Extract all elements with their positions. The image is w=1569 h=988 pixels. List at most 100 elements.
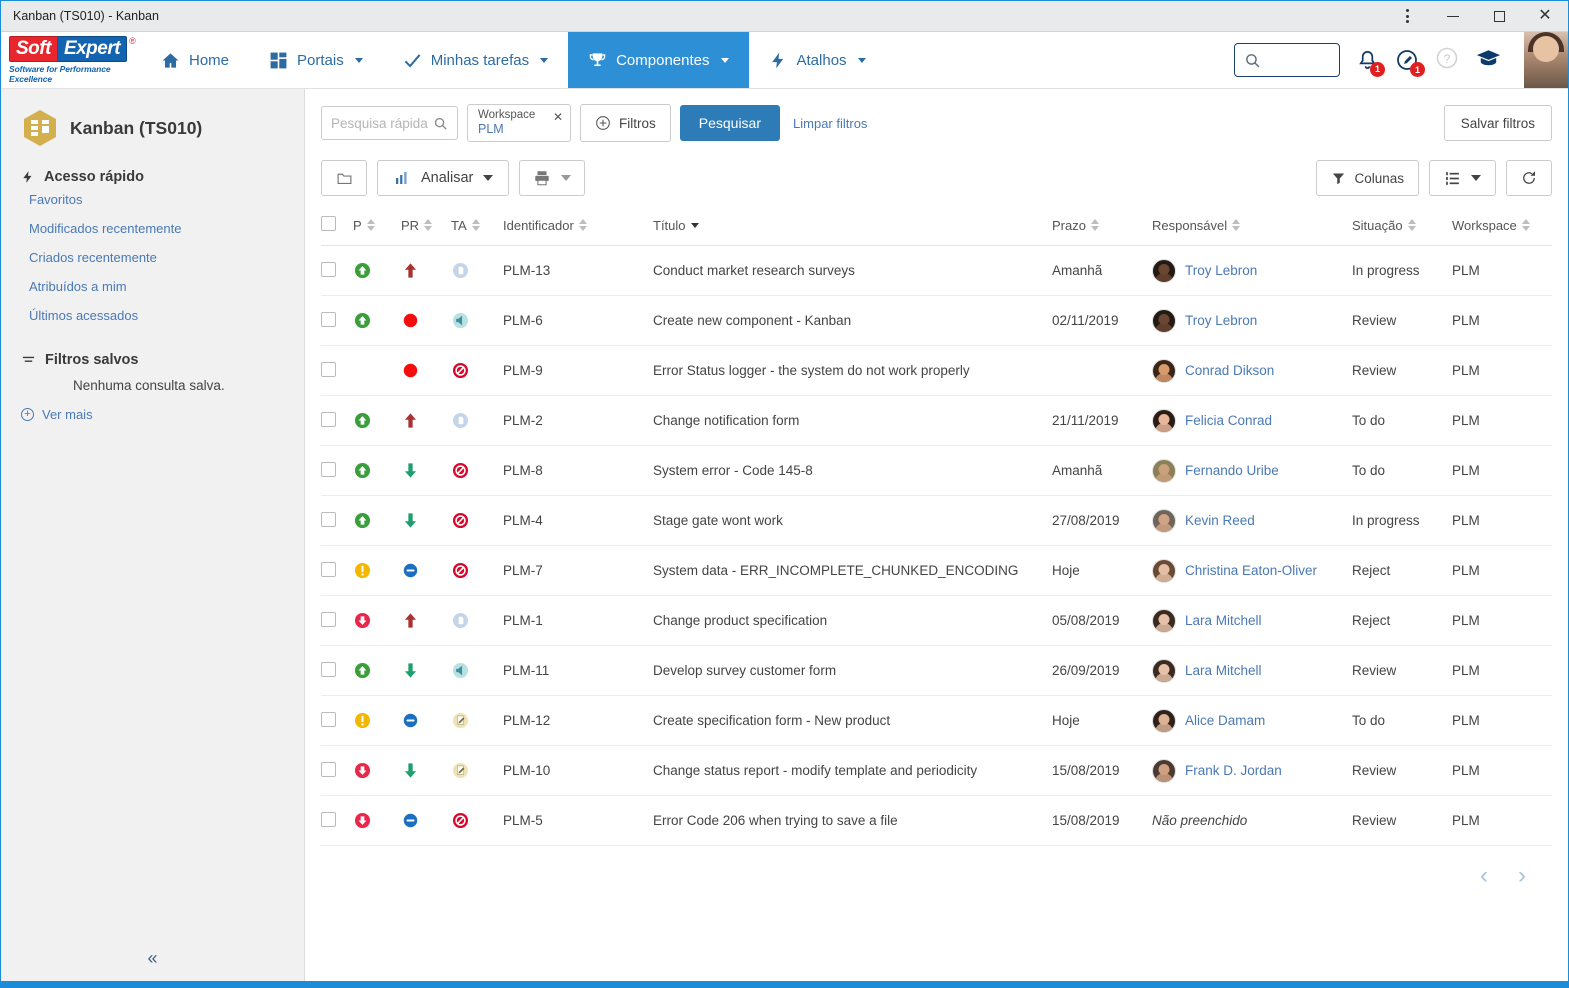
folder-button[interactable] (321, 160, 367, 196)
cell-title[interactable]: Error Status logger - the system do not … (653, 345, 1052, 396)
responsible-name[interactable]: Lara Mitchell (1185, 613, 1262, 628)
th-titulo[interactable]: Título (653, 206, 1052, 246)
cell-title[interactable]: Create new component - Kanban (653, 295, 1052, 346)
cell-identifier[interactable]: PLM-13 (503, 245, 653, 296)
remove-filter-icon[interactable]: ✕ (553, 110, 563, 125)
responsible-name[interactable]: Fernando Uribe (1185, 463, 1279, 478)
sidebar-link-atribuidos-a-mim[interactable]: Atribuídos a mim (1, 272, 304, 301)
table-row[interactable]: PLM-5 Error Code 206 when trying to save … (321, 795, 1552, 846)
sidebar-link-modificados-recentemente[interactable]: Modificados recentemente (1, 214, 304, 243)
nav-item-atalhos[interactable]: Atalhos (749, 32, 886, 88)
row-checkbox[interactable] (321, 711, 336, 727)
th-situacao[interactable]: Situação (1352, 206, 1452, 246)
pagination-next-button[interactable]: › (1518, 864, 1526, 888)
window-menu-button[interactable] (1384, 1, 1430, 32)
responsible-name[interactable]: Kevin Reed (1185, 513, 1255, 528)
cell-title[interactable]: Develop survey customer form (653, 645, 1052, 696)
sidebar-link-ultimos-acessados[interactable]: Últimos acessados (1, 301, 304, 330)
cell-title[interactable]: Stage gate wont work (653, 495, 1052, 546)
messages-button[interactable]: 1 (1395, 48, 1425, 77)
view-options-button[interactable] (1429, 160, 1496, 196)
table-row[interactable]: PLM-10 Change status report - modify temp… (321, 745, 1552, 796)
responsible-name[interactable]: Conrad Dikson (1185, 363, 1274, 378)
see-more-button[interactable]: + Ver mais (1, 393, 304, 422)
responsible-name[interactable]: Frank D. Jordan (1185, 763, 1282, 778)
columns-button[interactable]: Colunas (1316, 160, 1419, 196)
save-filters-button[interactable]: Salvar filtros (1443, 105, 1552, 141)
table-row[interactable]: PLM-8 System error - Code 145-8 Amanhã Fern… (321, 445, 1552, 496)
row-checkbox[interactable] (321, 411, 336, 427)
cell-identifier[interactable]: PLM-2 (503, 395, 653, 446)
nav-item-home[interactable]: Home (141, 32, 249, 88)
cell-identifier[interactable]: PLM-11 (503, 645, 653, 696)
print-button[interactable] (519, 160, 586, 196)
table-row[interactable]: PLM-1 Change product specification 05/08/2… (321, 595, 1552, 646)
user-avatar[interactable] (1524, 32, 1568, 88)
row-checkbox[interactable] (321, 311, 336, 327)
table-row[interactable]: PLM-6 Create new component - Kanban 02/11/… (321, 295, 1552, 346)
notifications-button[interactable]: 1 (1356, 49, 1385, 77)
row-checkbox[interactable] (321, 761, 336, 777)
table-row[interactable]: PLM-2 Change notification form 21/11/2019 F… (321, 395, 1552, 446)
cell-title[interactable]: Error Code 206 when trying to save a fil… (653, 795, 1052, 846)
table-row[interactable]: PLM-13 Conduct market research surveys Ama… (321, 245, 1552, 296)
cell-title[interactable]: Change product specification (653, 595, 1052, 646)
search-button[interactable]: Pesquisar (679, 105, 781, 141)
cell-title[interactable]: Create specification form - New product (653, 695, 1052, 746)
cell-identifier[interactable]: PLM-7 (503, 545, 653, 596)
nav-item-componentes[interactable]: Componentes (568, 32, 749, 88)
pagination-prev-button[interactable]: ‹ (1480, 864, 1488, 888)
responsible-name[interactable]: Troy Lebron (1185, 263, 1257, 278)
cell-identifier[interactable]: PLM-8 (503, 445, 653, 496)
cell-identifier[interactable]: PLM-12 (503, 695, 653, 746)
th-ta[interactable]: TA (451, 206, 503, 246)
responsible-name[interactable]: Troy Lebron (1185, 313, 1257, 328)
softexpert-logo[interactable]: Soft Expert ® Software for Performance E… (1, 32, 141, 88)
row-checkbox[interactable] (321, 661, 336, 677)
row-checkbox[interactable] (321, 611, 336, 627)
cell-identifier[interactable]: PLM-5 (503, 795, 653, 846)
th-p[interactable]: P (353, 206, 401, 246)
select-all-checkbox[interactable] (321, 216, 336, 231)
row-checkbox[interactable] (321, 261, 336, 277)
table-row[interactable]: PLM-4 Stage gate wont work 27/08/2019 Kevin… (321, 495, 1552, 546)
sidebar-link-criados-recentemente[interactable]: Criados recentemente (1, 243, 304, 272)
academy-button[interactable] (1475, 46, 1502, 75)
th-prazo[interactable]: Prazo (1052, 206, 1152, 246)
th-workspace[interactable]: Workspace (1452, 206, 1552, 246)
table-row[interactable]: PLM-11 Develop survey customer form 26/09/… (321, 645, 1552, 696)
row-checkbox[interactable] (321, 361, 336, 377)
table-row[interactable]: PLM-12 Create specification form - New pr… (321, 695, 1552, 746)
responsible-name[interactable]: Christina Eaton-Oliver (1185, 563, 1317, 578)
row-checkbox[interactable] (321, 561, 336, 577)
th-identificador[interactable]: Identificador (503, 206, 653, 246)
cell-title[interactable]: System data - ERR_INCOMPLETE_CHUNKED_ENC… (653, 545, 1052, 596)
row-checkbox[interactable] (321, 811, 336, 827)
cell-title[interactable]: Change notification form (653, 395, 1052, 446)
cell-title[interactable]: Conduct market research surveys (653, 245, 1052, 296)
filter-chip-workspace[interactable]: Workspace PLM ✕ (467, 104, 571, 142)
sidebar-collapse-button[interactable]: « (1, 948, 304, 969)
cell-identifier[interactable]: PLM-9 (503, 345, 653, 396)
nav-item-portais[interactable]: Portais (249, 32, 383, 88)
cell-identifier[interactable]: PLM-1 (503, 595, 653, 646)
clear-filters-link[interactable]: Limpar filtros (793, 116, 867, 131)
minimize-button[interactable] (1430, 1, 1476, 32)
responsible-name[interactable]: Felicia Conrad (1185, 413, 1272, 428)
table-row[interactable]: PLM-7 System data - ERR_INCOMPLETE_CHUNKE… (321, 545, 1552, 596)
global-search-input[interactable] (1234, 43, 1340, 77)
refresh-button[interactable] (1506, 160, 1552, 196)
th-responsavel[interactable]: Responsável (1152, 206, 1352, 246)
th-pr[interactable]: PR (401, 206, 451, 246)
quick-search-input[interactable]: Pesquisa rápida (321, 106, 458, 140)
sidebar-link-favoritos[interactable]: Favoritos (1, 185, 304, 214)
nav-item-minhas-tarefas[interactable]: Minhas tarefas (383, 32, 568, 88)
filters-button[interactable]: Filtros (580, 104, 671, 142)
maximize-button[interactable] (1476, 1, 1522, 32)
table-row[interactable]: PLM-9 Error Status logger - the system do… (321, 345, 1552, 396)
cell-identifier[interactable]: PLM-10 (503, 745, 653, 796)
cell-identifier[interactable]: PLM-6 (503, 295, 653, 346)
row-checkbox[interactable] (321, 511, 336, 527)
responsible-name[interactable]: Alice Damam (1185, 713, 1265, 728)
row-checkbox[interactable] (321, 461, 336, 477)
